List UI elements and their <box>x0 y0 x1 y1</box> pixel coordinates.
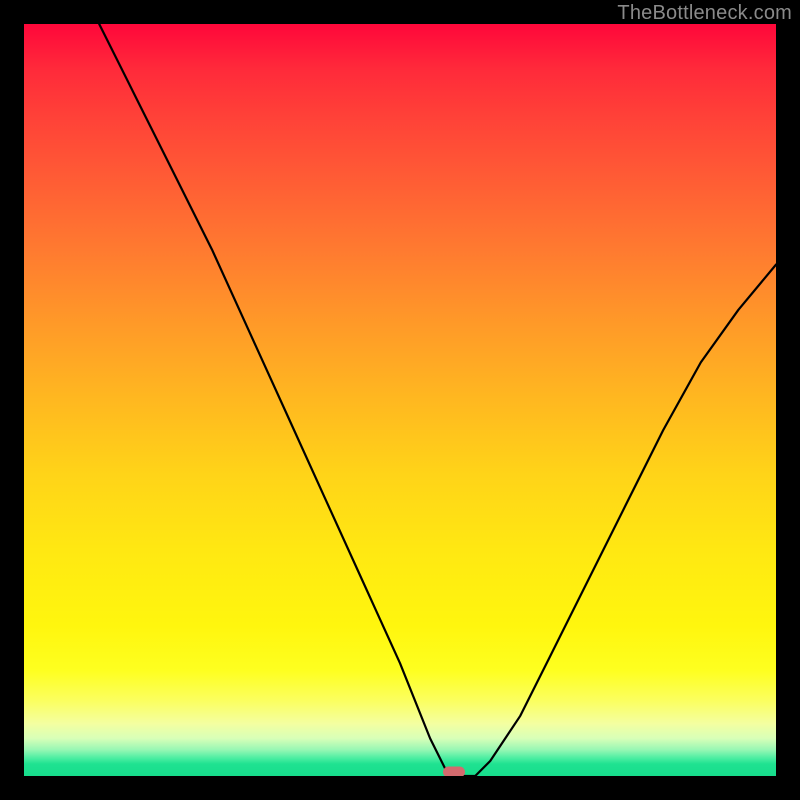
curve-svg <box>24 24 776 776</box>
chart-frame: TheBottleneck.com <box>0 0 800 800</box>
plot-area <box>24 24 776 776</box>
bottleneck-curve <box>99 24 776 776</box>
watermark-text: TheBottleneck.com <box>617 2 792 25</box>
optimal-marker <box>443 767 465 777</box>
